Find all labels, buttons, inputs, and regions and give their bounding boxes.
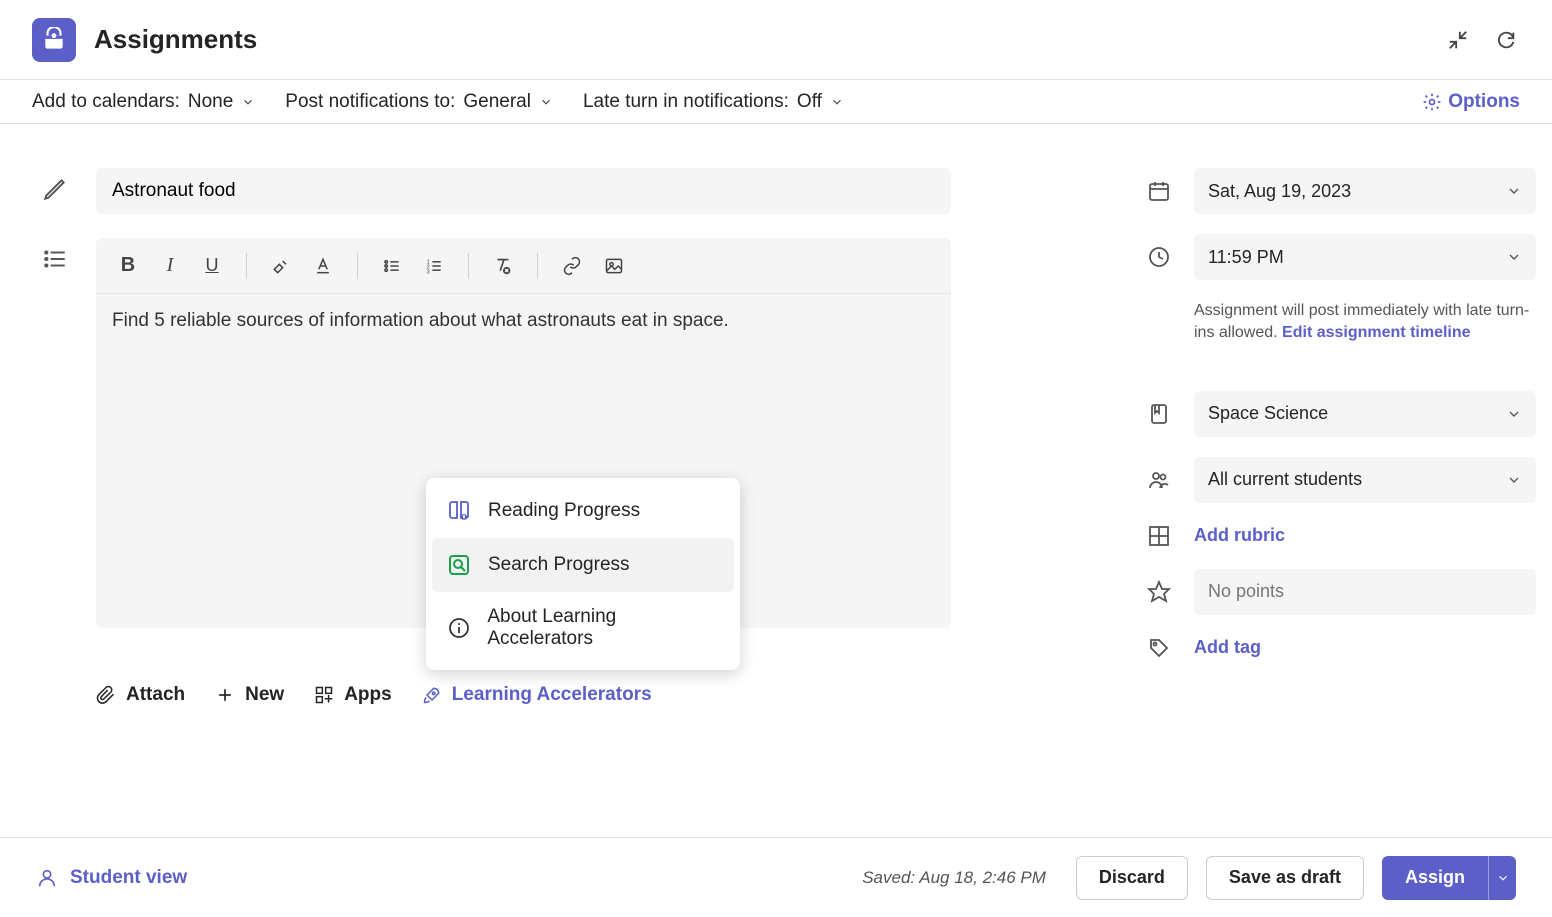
link-button[interactable] (554, 248, 590, 284)
accelerators-label: Learning Accelerators (452, 684, 652, 706)
italic-button[interactable]: I (152, 248, 188, 284)
learning-accelerators-menu: Reading Progress Search Progress About L… (426, 478, 740, 670)
chevron-down-icon (1506, 249, 1522, 265)
tag-icon (1146, 635, 1172, 661)
assign-dropdown-button[interactable] (1488, 856, 1516, 900)
chevron-down-icon (830, 95, 844, 109)
star-icon (1146, 579, 1172, 605)
svg-text:3: 3 (427, 269, 430, 275)
save-draft-button[interactable]: Save as draft (1206, 856, 1364, 900)
chevron-down-icon (1506, 406, 1522, 422)
rubric-icon (1146, 523, 1172, 549)
info-icon (446, 615, 471, 641)
app-title: Assignments (94, 24, 257, 55)
apps-label: Apps (344, 684, 392, 706)
chevron-down-icon (241, 95, 255, 109)
people-icon (1146, 467, 1172, 493)
attachment-row: Attach New Apps Learning Accelerators (96, 684, 951, 706)
menu-about-accelerators[interactable]: About Learning Accelerators (432, 592, 734, 664)
person-icon (36, 867, 58, 889)
student-view-button[interactable]: Student view (36, 867, 187, 889)
plus-icon (215, 685, 235, 705)
student-view-label: Student view (70, 867, 187, 889)
bold-button[interactable]: B (110, 248, 146, 284)
menu-search-label: Search Progress (488, 554, 630, 576)
underline-button[interactable]: U (194, 248, 230, 284)
assignment-sidebar: Sat, Aug 19, 2023 11:59 PM Assignment wi… (1146, 168, 1536, 706)
chevron-down-icon (1496, 871, 1510, 885)
clock-icon (1146, 244, 1172, 270)
calendar-label: Add to calendars: (32, 91, 180, 113)
app-header: Assignments (0, 0, 1552, 80)
calendar-icon (1146, 178, 1172, 204)
apps-icon (314, 685, 334, 705)
assign-button[interactable]: Assign (1382, 856, 1488, 900)
search-progress-icon (446, 552, 472, 578)
add-rubric-link[interactable]: Add rubric (1194, 525, 1285, 546)
points-placeholder: No points (1208, 581, 1284, 602)
list-icon (42, 246, 68, 272)
footer-bar: Student view Saved: Aug 18, 2:46 PM Disc… (0, 837, 1552, 917)
menu-reading-label: Reading Progress (488, 500, 640, 522)
discard-button[interactable]: Discard (1076, 856, 1188, 900)
bullet-list-button[interactable] (374, 248, 410, 284)
chevron-down-icon (539, 95, 553, 109)
menu-about-label: About Learning Accelerators (487, 606, 720, 650)
format-toolbar: B I U 123 (96, 238, 951, 294)
notifications-value: General (463, 91, 531, 113)
chevron-down-icon (1506, 472, 1522, 488)
collapse-icon[interactable] (1444, 26, 1472, 54)
learning-accelerators-button[interactable]: Learning Accelerators (422, 684, 652, 706)
new-label: New (245, 684, 284, 706)
late-value: Off (797, 91, 822, 113)
timeline-helper: Assignment will post immediately with la… (1194, 300, 1536, 345)
pencil-icon (42, 176, 68, 202)
assignments-app-icon (32, 18, 76, 62)
late-label: Late turn in notifications: (583, 91, 789, 113)
add-tag-link[interactable]: Add tag (1194, 637, 1261, 658)
class-value: Space Science (1208, 403, 1328, 424)
image-button[interactable] (596, 248, 632, 284)
students-value: All current students (1208, 469, 1362, 490)
assignment-title-input[interactable] (96, 168, 951, 214)
due-date-value: Sat, Aug 19, 2023 (1208, 181, 1351, 202)
due-time-select[interactable]: 11:59 PM (1194, 234, 1536, 280)
rocket-icon (422, 685, 442, 705)
bookmark-icon (1146, 401, 1172, 427)
attach-button[interactable]: Attach (96, 684, 185, 706)
options-label: Options (1448, 91, 1520, 113)
chevron-down-icon (1506, 183, 1522, 199)
menu-search-progress[interactable]: Search Progress (432, 538, 734, 592)
instructions-text[interactable]: Find 5 reliable sources of information a… (96, 294, 951, 348)
settings-toolbar: Add to calendars: None Post notification… (0, 80, 1552, 124)
points-input[interactable]: No points (1194, 569, 1536, 615)
due-time-value: 11:59 PM (1208, 247, 1284, 268)
late-notifications-dropdown[interactable]: Late turn in notifications: Off (583, 91, 844, 113)
main-content: B I U 123 Find 5 reliable sources of inf… (0, 124, 1552, 706)
gear-icon (1422, 92, 1442, 112)
new-button[interactable]: New (215, 684, 284, 706)
assign-split-button: Assign (1382, 856, 1516, 900)
clear-format-button[interactable] (485, 248, 521, 284)
calendar-value: None (188, 91, 233, 113)
apps-button[interactable]: Apps (314, 684, 392, 706)
paperclip-icon (96, 685, 116, 705)
menu-reading-progress[interactable]: Reading Progress (432, 484, 734, 538)
students-select[interactable]: All current students (1194, 457, 1536, 503)
numbered-list-button[interactable]: 123 (416, 248, 452, 284)
options-button[interactable]: Options (1422, 91, 1520, 113)
post-notifications-dropdown[interactable]: Post notifications to: General (285, 91, 553, 113)
saved-timestamp: Saved: Aug 18, 2:46 PM (862, 868, 1046, 888)
refresh-icon[interactable] (1492, 26, 1520, 54)
reading-progress-icon (446, 498, 472, 524)
edit-timeline-link[interactable]: Edit assignment timeline (1282, 324, 1470, 341)
add-to-calendars-dropdown[interactable]: Add to calendars: None (32, 91, 255, 113)
notifications-label: Post notifications to: (285, 91, 455, 113)
font-color-button[interactable] (305, 248, 341, 284)
attach-label: Attach (126, 684, 185, 706)
highlight-button[interactable] (263, 248, 299, 284)
due-date-select[interactable]: Sat, Aug 19, 2023 (1194, 168, 1536, 214)
class-select[interactable]: Space Science (1194, 391, 1536, 437)
